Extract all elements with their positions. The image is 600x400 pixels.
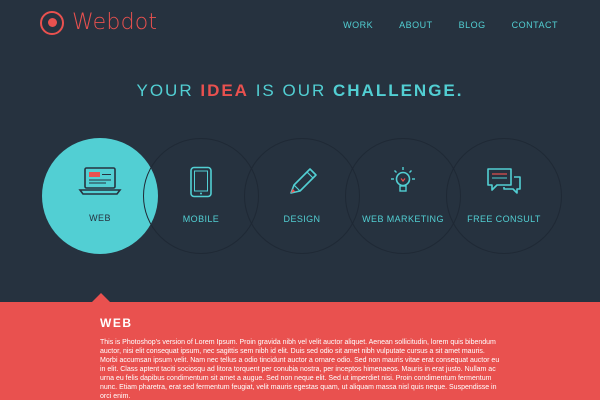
tagline-part-3: IS OUR [248, 81, 333, 100]
service-design[interactable]: DESIGN [244, 138, 360, 254]
laptop-icon [42, 164, 158, 198]
hero-tagline: YOUR IDEA IS OUR CHALLENGE. [0, 81, 600, 101]
service-label: MOBILE [182, 214, 220, 224]
service-web[interactable]: WEB [42, 138, 158, 254]
service-label: WEB [89, 213, 111, 223]
pencil-icon [245, 165, 359, 199]
nav-blog[interactable]: BLOG [459, 20, 486, 30]
chat-bubbles-icon [447, 165, 561, 199]
services-row: WEB MOBILE DESIGN WEB MARKETING FREE CON… [42, 138, 562, 254]
main-nav: WORK ABOUT BLOG CONTACT [343, 20, 558, 30]
brand-name: Webdot [72, 10, 158, 35]
service-label: WEB MARKETING [362, 214, 444, 224]
lightbulb-icon [346, 165, 460, 199]
panel-pointer [92, 293, 110, 302]
tagline-part-1: YOUR [136, 81, 201, 100]
tagline-highlight-challenge: CHALLENGE. [332, 81, 464, 100]
service-free-consult[interactable]: FREE CONSULT [446, 138, 562, 254]
logo[interactable]: Webdot [40, 10, 157, 35]
tagline-highlight-idea: IDEA [200, 81, 249, 100]
service-web-marketing[interactable]: WEB MARKETING [345, 138, 461, 254]
nav-work[interactable]: WORK [343, 20, 373, 30]
nav-about[interactable]: ABOUT [399, 20, 433, 30]
service-mobile[interactable]: MOBILE [143, 138, 259, 254]
service-label: DESIGN [283, 214, 321, 224]
panel-title: WEB [100, 316, 133, 330]
nav-contact[interactable]: CONTACT [512, 20, 558, 30]
tablet-icon [144, 165, 258, 199]
page: Webdot WORK ABOUT BLOG CONTACT YOUR IDEA… [0, 0, 600, 400]
service-description-panel: WEB This is Photoshop's version of Lorem… [0, 293, 600, 400]
service-label: FREE CONSULT [467, 214, 541, 224]
panel-text: This is Photoshop's version of Lorem Ips… [100, 339, 500, 400]
logo-mark-icon [40, 10, 64, 35]
